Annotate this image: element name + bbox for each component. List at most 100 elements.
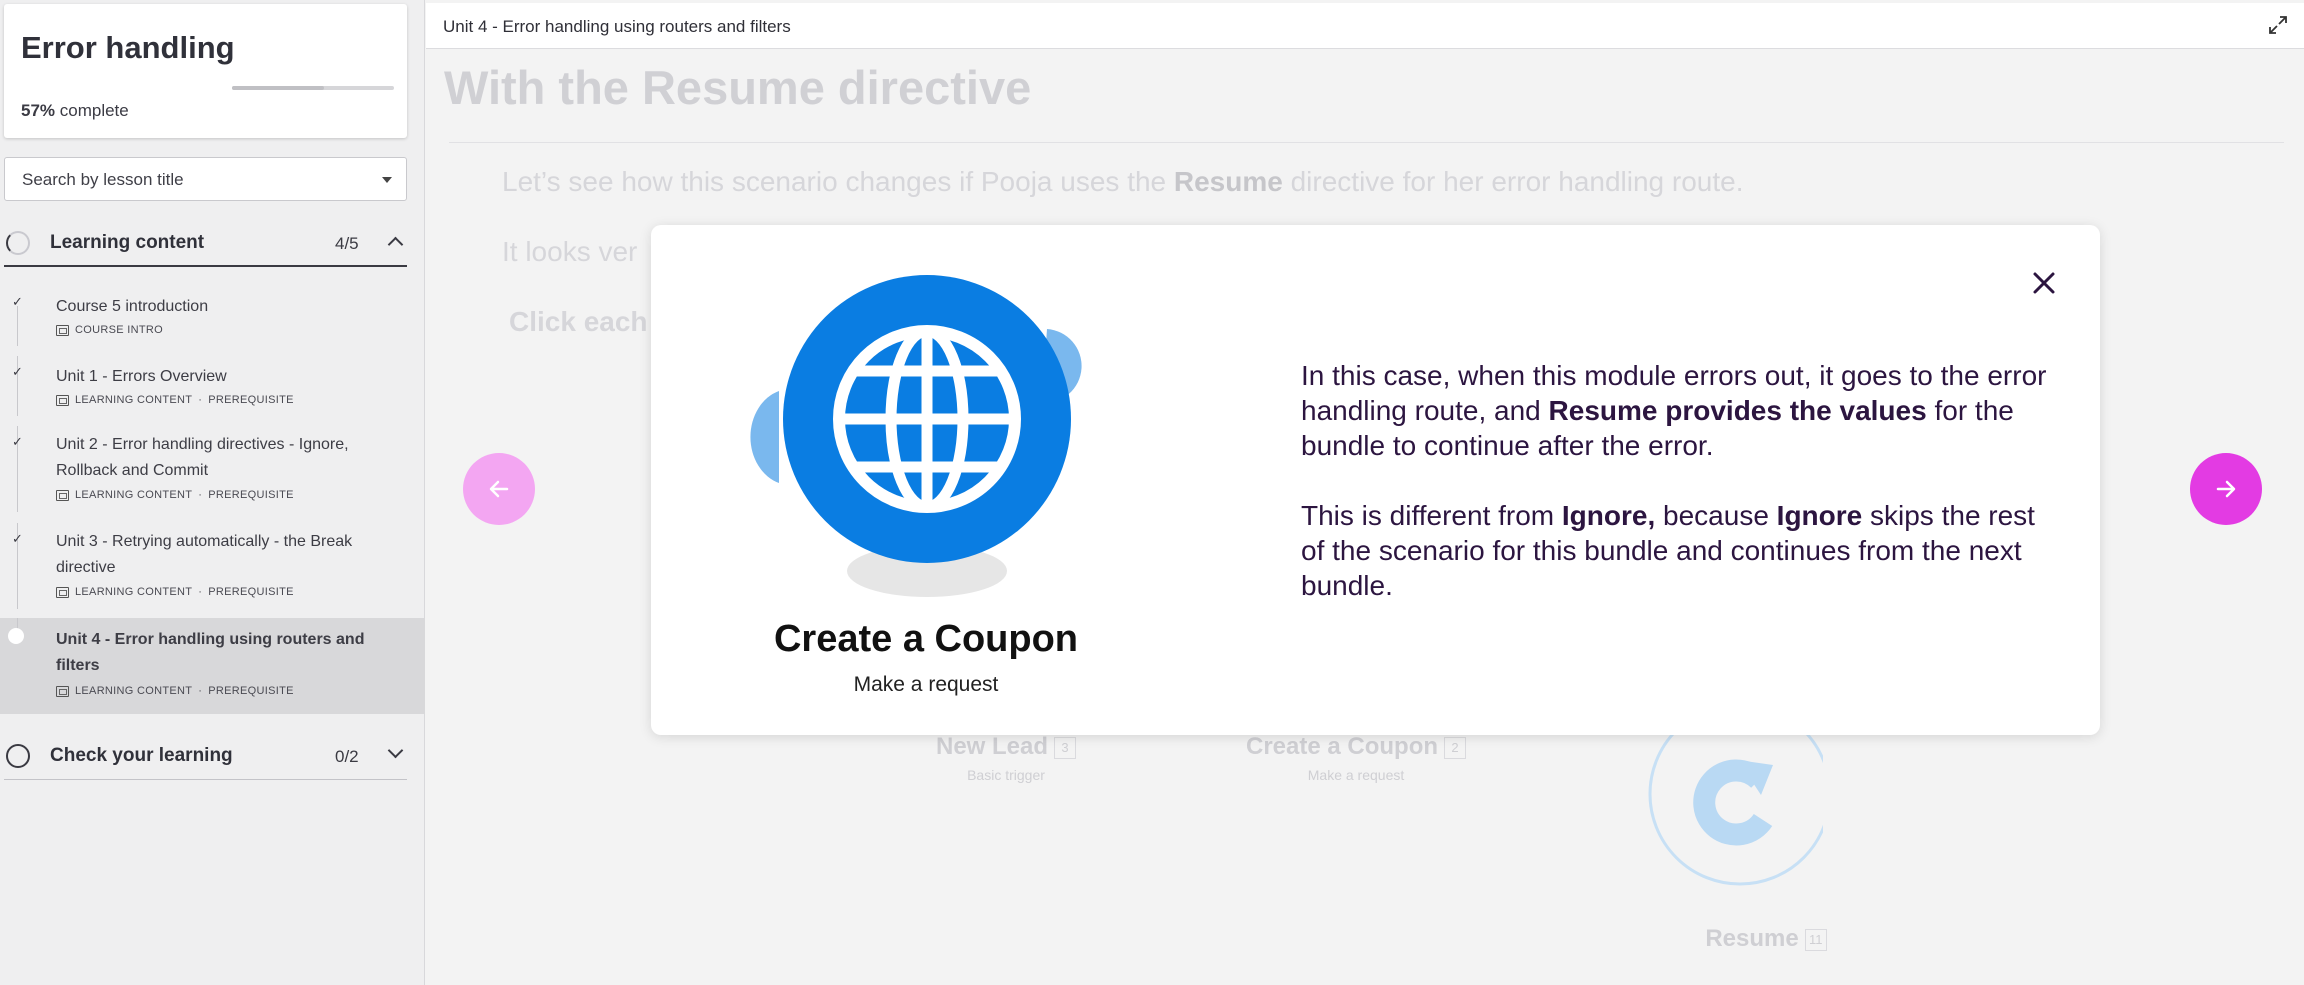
node-subtitle: Basic trigger bbox=[967, 767, 1045, 783]
heading-divider bbox=[449, 142, 2284, 143]
meta-separator: · bbox=[198, 685, 203, 697]
section-count: 4/5 bbox=[335, 234, 359, 253]
chevron-up-icon bbox=[387, 236, 404, 253]
check-icon: ✓ bbox=[12, 434, 23, 449]
previous-button[interactable] bbox=[463, 453, 535, 525]
lesson-item[interactable]: ✓ Unit 2 - Error handling directives - I… bbox=[0, 426, 425, 512]
section-label: Learning content bbox=[50, 232, 205, 253]
node-number: 3 bbox=[1054, 736, 1077, 759]
lesson-type: LEARNING CONTENT bbox=[75, 394, 193, 406]
hotspot-modal: Create a Coupon Make a request In this c… bbox=[651, 225, 2100, 735]
lesson-meta: LEARNING CONTENT · PREREQUISITE bbox=[56, 394, 294, 406]
paragraph-bold: Resume bbox=[1173, 166, 1283, 197]
modal-paragraph: This is different from Ignore, because I… bbox=[1301, 498, 2061, 603]
globe-icon bbox=[750, 275, 1082, 597]
lesson-item[interactable]: ✓ Unit 3 - Retrying automatically - the … bbox=[0, 523, 425, 609]
lesson-icon bbox=[56, 394, 69, 406]
course-progress-bar bbox=[232, 86, 394, 90]
next-button[interactable] bbox=[2190, 453, 2262, 525]
course-progress-fill bbox=[232, 86, 325, 90]
expand-icon[interactable] bbox=[2268, 15, 2288, 35]
paragraph-text: Let’s see how this scenario changes if P… bbox=[502, 166, 1174, 197]
lesson-title: Unit 2 - Error handling directives - Ign… bbox=[56, 436, 349, 479]
lesson-icon bbox=[56, 489, 69, 501]
node-name: Resume bbox=[1705, 925, 1799, 952]
modal-emphasis: Ignore bbox=[1776, 500, 1863, 531]
section-progress-icon bbox=[6, 744, 30, 768]
lesson-heading: With the Resume directive bbox=[444, 61, 1032, 114]
lesson-meta: COURSE INTRO bbox=[56, 324, 163, 336]
node-name: Create a Coupon bbox=[1245, 733, 1439, 760]
current-lesson-indicator bbox=[8, 628, 24, 644]
check-icon: ✓ bbox=[12, 294, 23, 309]
lesson-meta: LEARNING CONTENT · PREREQUISITE bbox=[56, 685, 294, 697]
lesson-tag: PREREQUISITE bbox=[208, 685, 294, 697]
lesson-icon bbox=[56, 586, 69, 598]
course-header-card: Error handling 57% complete bbox=[4, 4, 407, 138]
meta-separator: · bbox=[198, 394, 203, 406]
course-title: Error handling bbox=[21, 30, 235, 65]
meta-separator: · bbox=[198, 586, 203, 598]
progress-percent: 57% bbox=[21, 101, 56, 120]
lesson-item[interactable]: ✓ Unit 1 - Errors Overview LEARNING CONT… bbox=[0, 356, 425, 416]
scenario-node: Create a Coupon 2 Make a request bbox=[1236, 733, 1476, 783]
lesson-tag: PREREQUISITE bbox=[208, 586, 294, 598]
progress-suffix: complete bbox=[55, 101, 129, 120]
lesson-title: Course 5 introduction bbox=[56, 298, 209, 315]
resume-node-icon bbox=[1648, 720, 1823, 886]
check-icon: ✓ bbox=[12, 531, 23, 546]
arrow-left-icon bbox=[489, 480, 509, 498]
section-count: 0/2 bbox=[335, 747, 359, 766]
lesson-meta: LEARNING CONTENT · PREREQUISITE bbox=[56, 489, 294, 501]
meta-separator: · bbox=[198, 489, 203, 501]
module-subtitle: Make a request bbox=[853, 673, 999, 696]
course-progress-text: 57% complete bbox=[21, 101, 129, 121]
lesson-item-current[interactable]: Unit 4 - Error handling using routers an… bbox=[0, 618, 425, 714]
lesson-rail bbox=[17, 306, 18, 346]
scenario-node: Resume 11 bbox=[1676, 925, 1856, 953]
node-subtitle: Make a request bbox=[1307, 767, 1405, 783]
node-number: 11 bbox=[1804, 928, 1827, 951]
node-number: 2 bbox=[1444, 736, 1467, 759]
lesson-icon bbox=[56, 324, 69, 336]
lesson-topbar: Unit 4 - Error handling using routers an… bbox=[426, 3, 2304, 49]
node-name: New Lead bbox=[935, 733, 1049, 760]
lesson-search-select[interactable]: Search by lesson title bbox=[4, 157, 407, 201]
section-learning-content[interactable]: Learning content 4/5 bbox=[4, 217, 407, 267]
modal-body: In this case, when this module errors ou… bbox=[1301, 358, 2061, 638]
check-icon: ✓ bbox=[12, 364, 23, 379]
caret-down-icon bbox=[382, 177, 392, 183]
lesson-meta: LEARNING CONTENT · PREREQUISITE bbox=[56, 586, 294, 598]
modal-emphasis: Resume provides the values bbox=[1548, 395, 1927, 426]
modal-text: because bbox=[1655, 500, 1777, 531]
modal-paragraph: In this case, when this module errors ou… bbox=[1301, 358, 2061, 463]
lesson-title: Unit 1 - Errors Overview bbox=[56, 368, 227, 385]
lesson-paragraph: Let’s see how this scenario changes if P… bbox=[502, 166, 1744, 198]
lesson-title: Unit 3 - Retrying automatically - the Br… bbox=[56, 533, 353, 576]
lesson-paragraph: It looks ver bbox=[502, 236, 638, 267]
section-progress-icon bbox=[6, 231, 30, 255]
scenario-node: New Lead 3 Basic trigger bbox=[886, 733, 1126, 783]
lesson-item[interactable]: ✓ Course 5 introduction COURSE INTRO bbox=[0, 286, 425, 346]
lesson-search-placeholder: Search by lesson title bbox=[22, 170, 184, 189]
course-sidebar: Error handling 57% complete Search by le… bbox=[0, 0, 425, 985]
section-label: Check your learning bbox=[50, 745, 233, 766]
lesson-type: LEARNING CONTENT bbox=[75, 489, 193, 501]
paragraph-text: directive for her error handling route. bbox=[1282, 166, 1744, 197]
modal-text: This is different from bbox=[1301, 500, 1562, 531]
lesson-tag: PREREQUISITE bbox=[208, 489, 294, 501]
lesson-tag: PREREQUISITE bbox=[208, 394, 294, 406]
lesson-breadcrumb: Unit 4 - Error handling using routers an… bbox=[443, 17, 791, 36]
lesson-type: COURSE INTRO bbox=[75, 324, 163, 336]
lesson-instruction: Click each bbox=[509, 306, 648, 337]
lesson-icon bbox=[56, 685, 69, 697]
lesson-type: LEARNING CONTENT bbox=[75, 586, 193, 598]
close-icon[interactable] bbox=[2026, 265, 2062, 301]
module-title: Create a Coupon bbox=[773, 618, 1079, 660]
modal-emphasis: Ignore, bbox=[1561, 500, 1656, 531]
section-check-your-learning[interactable]: Check your learning 0/2 bbox=[4, 730, 407, 780]
arrow-right-icon bbox=[2216, 480, 2236, 498]
lesson-title: Unit 4 - Error handling using routers an… bbox=[56, 631, 365, 674]
chevron-down-icon bbox=[387, 742, 404, 759]
lesson-type: LEARNING CONTENT bbox=[75, 685, 193, 697]
